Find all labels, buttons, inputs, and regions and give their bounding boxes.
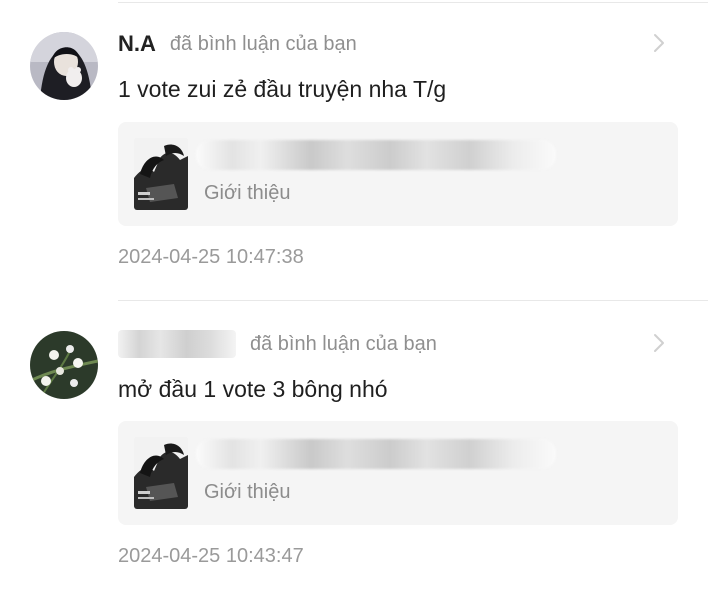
action-text: đã bình luận của bạn	[169, 32, 357, 55]
chevron-right-icon[interactable]	[652, 332, 666, 354]
story-card-subtitle: Giới thiệu	[204, 481, 291, 503]
chevron-right-icon[interactable]	[652, 32, 666, 54]
user-avatar[interactable]	[30, 32, 98, 100]
story-title-redacted	[196, 439, 556, 469]
story-cover-image	[134, 138, 188, 210]
comment-text: 1 vote zui zẻ đầu truyện nha T/g	[118, 76, 447, 102]
user-avatar-image	[30, 32, 98, 100]
user-avatar-image	[30, 331, 98, 399]
notification-header: N.A đã bình luận của bạn	[118, 30, 357, 58]
comment-notification-1[interactable]: N.A đã bình luận của bạn 1 vote zui zẻ đ…	[0, 0, 708, 300]
user-name[interactable]: N.A	[118, 31, 156, 57]
comment-timestamp: 2024-04-25 10:47:38	[118, 246, 304, 268]
story-title-redacted	[196, 140, 556, 170]
story-card-subtitle: Giới thiệu	[204, 182, 291, 204]
story-card[interactable]: Giới thiệu	[118, 421, 678, 525]
notification-list: N.A đã bình luận của bạn 1 vote zui zẻ đ…	[0, 0, 708, 600]
story-cover-image	[134, 437, 188, 509]
notification-header: đã bình luận của bạn	[118, 330, 437, 358]
comment-notification-2[interactable]: đã bình luận của bạn mở đầu 1 vote 3 bôn…	[0, 300, 708, 600]
comment-timestamp: 2024-04-25 10:43:47	[118, 545, 304, 567]
user-name-redacted[interactable]	[118, 330, 236, 358]
user-avatar[interactable]	[30, 331, 98, 399]
story-card[interactable]: Giới thiệu	[118, 122, 678, 226]
comment-text: mở đầu 1 vote 3 bông nhó	[118, 376, 388, 402]
action-text: đã bình luận của bạn	[250, 332, 437, 355]
